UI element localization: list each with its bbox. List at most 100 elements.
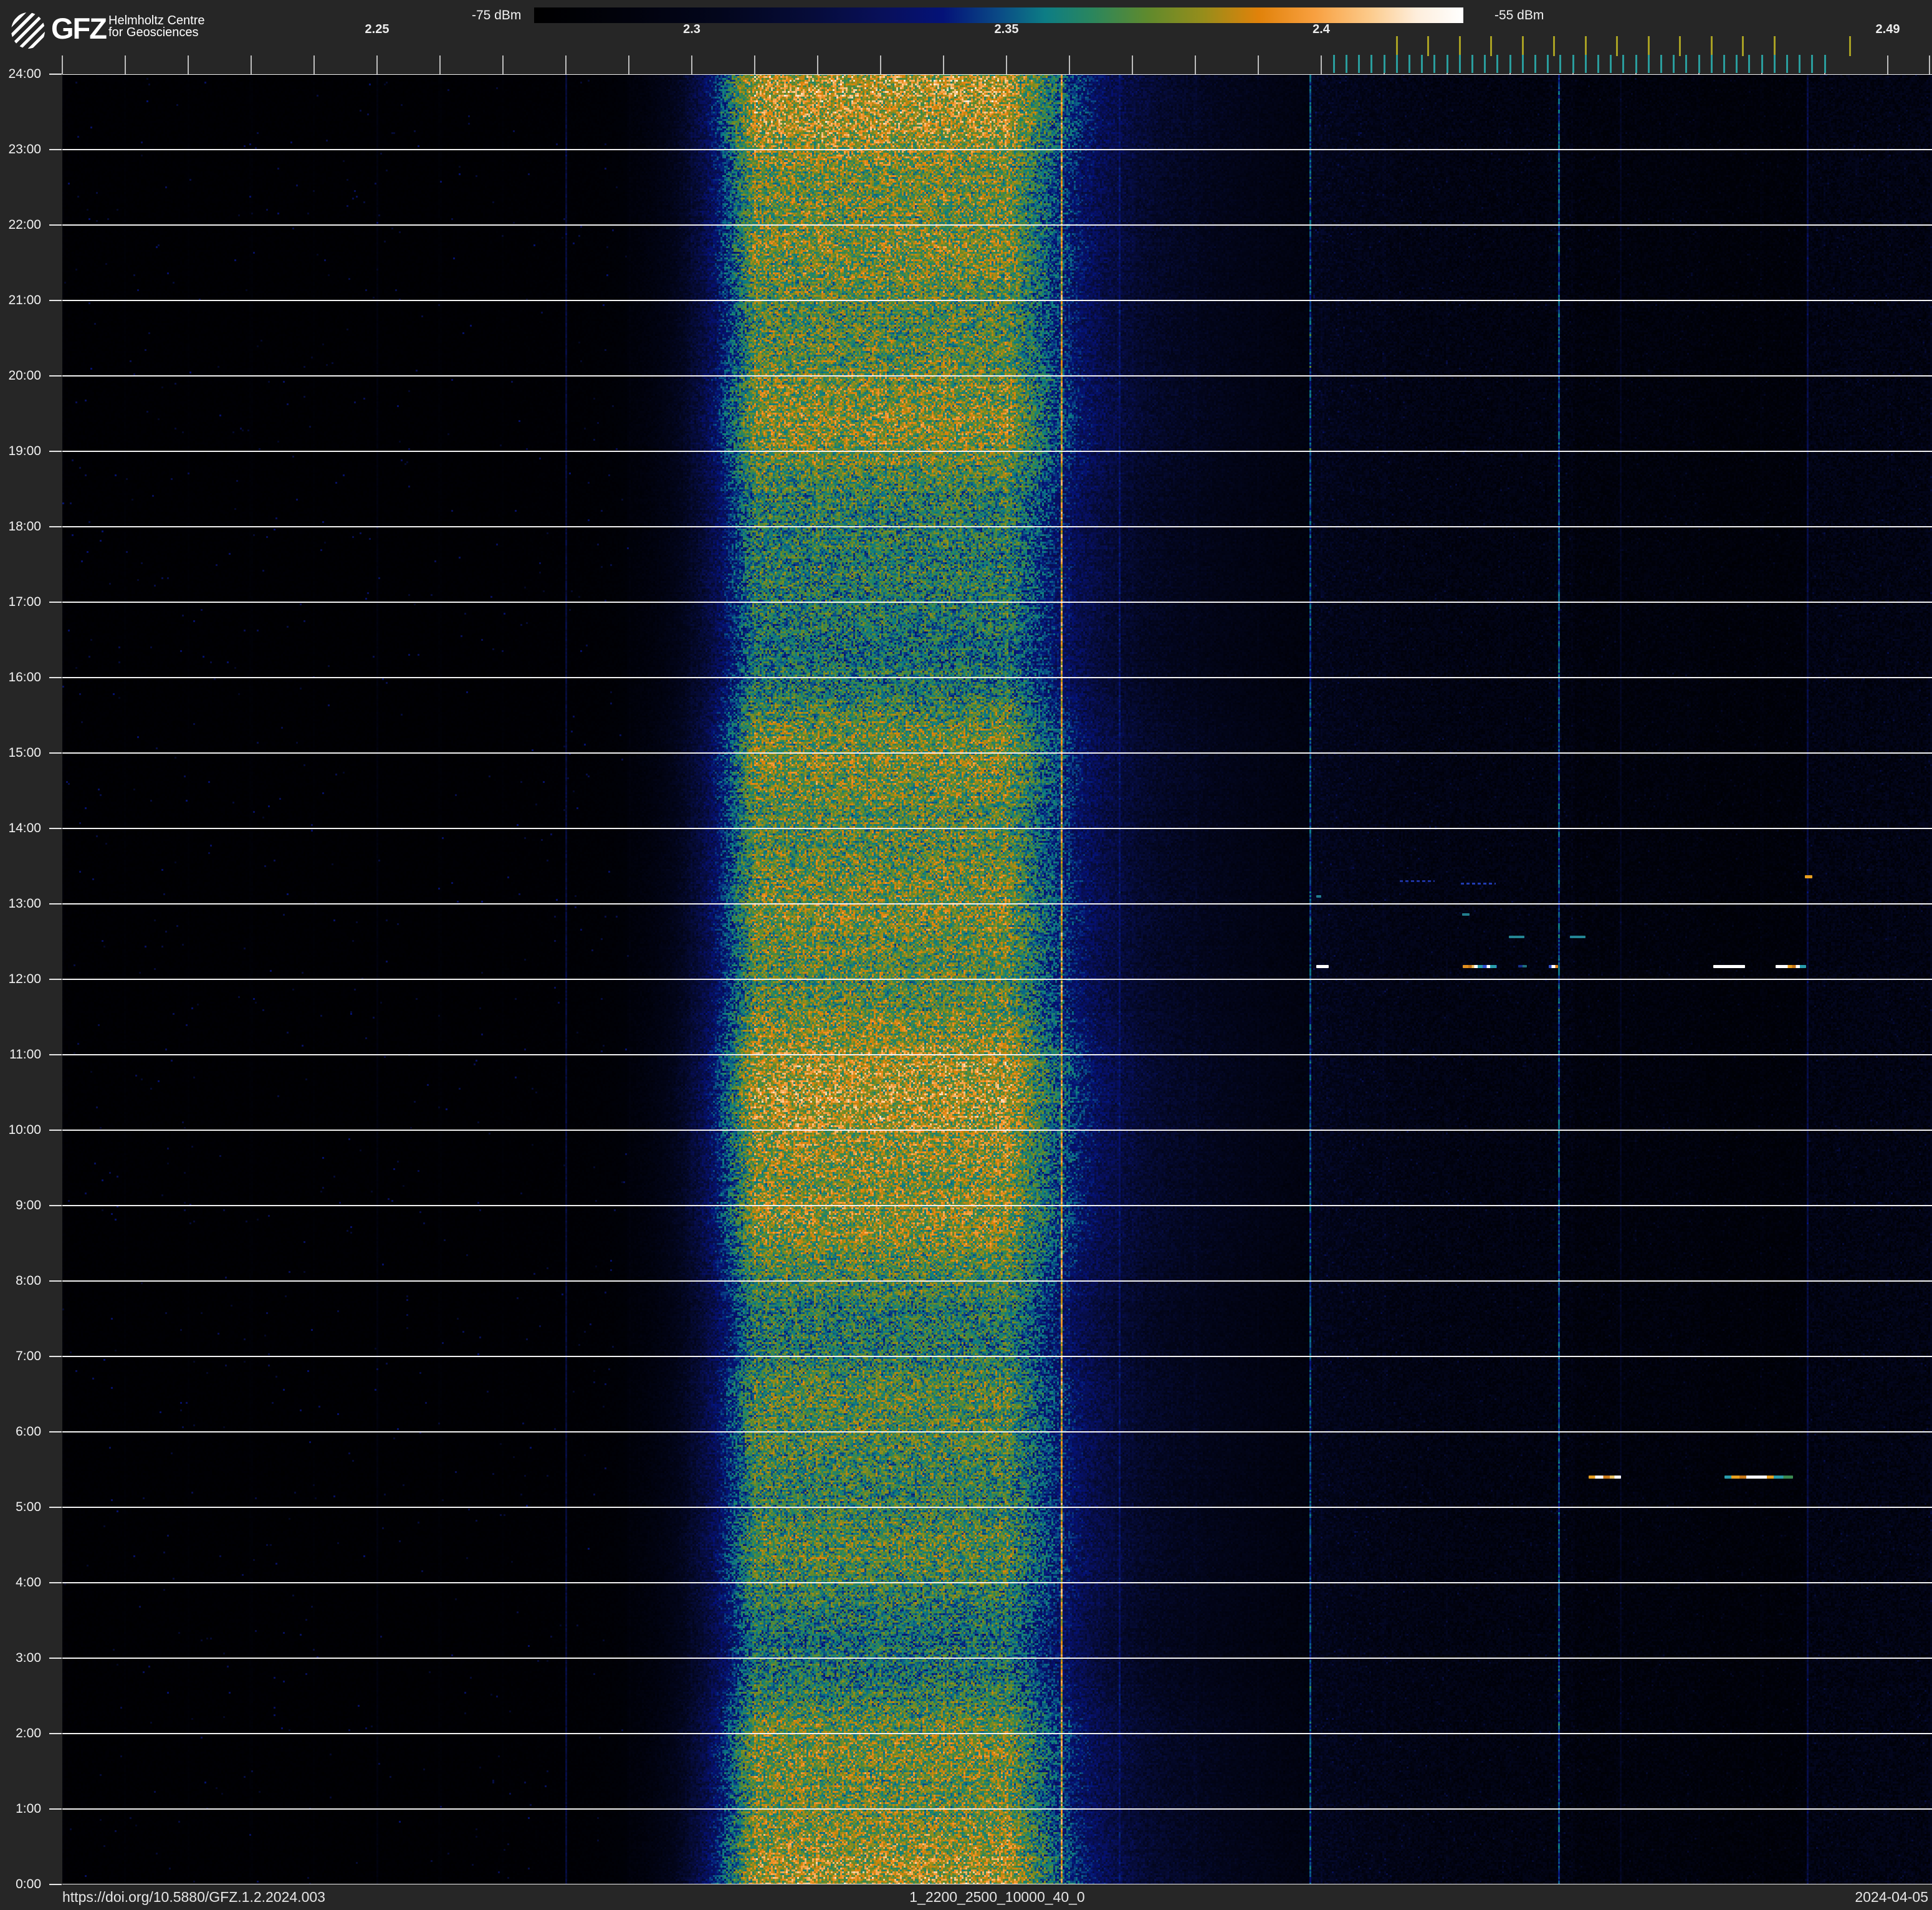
ble-channel-tick bbox=[1534, 55, 1536, 73]
freq-minor-tick bbox=[691, 55, 692, 74]
hour-gridline bbox=[62, 828, 1932, 829]
time-tick bbox=[49, 526, 62, 527]
freq-minor-tick bbox=[62, 55, 63, 74]
time-axis-label: 3:00 bbox=[16, 1651, 41, 1665]
freq-minor-tick bbox=[1069, 55, 1070, 74]
freq-minor-tick bbox=[313, 55, 315, 74]
ble-channel-tick bbox=[1484, 55, 1486, 73]
time-axis-label: 19:00 bbox=[8, 444, 41, 458]
freq-minor-tick bbox=[1929, 55, 1930, 74]
freq-minor-tick bbox=[1132, 55, 1133, 74]
wifi-channel-tick bbox=[1742, 36, 1744, 56]
ble-channel-tick bbox=[1332, 55, 1335, 73]
wifi-channel-tick bbox=[1521, 36, 1524, 56]
hour-gridline bbox=[62, 1658, 1932, 1659]
time-axis-label: 22:00 bbox=[8, 218, 41, 232]
date-label: 2024-04-05 bbox=[1855, 1889, 1928, 1905]
ble-channel-tick bbox=[1559, 55, 1562, 73]
hour-gridline bbox=[62, 526, 1932, 527]
freq-axis-label: 2.49 bbox=[1875, 22, 1900, 36]
ble-channel-tick bbox=[1509, 55, 1511, 73]
freq-axis-label: 2.3 bbox=[683, 22, 701, 36]
ble-channel-tick bbox=[1584, 55, 1587, 73]
ble-channel-tick bbox=[1685, 55, 1688, 73]
hour-gridline bbox=[62, 677, 1932, 678]
legend-max-label: -55 dBm bbox=[1494, 8, 1544, 22]
rf-burst bbox=[1549, 964, 1558, 968]
hour-gridline bbox=[62, 602, 1932, 603]
time-tick bbox=[49, 1808, 62, 1810]
rf-burst bbox=[1463, 964, 1497, 968]
ble-channel-tick bbox=[1521, 55, 1524, 73]
gfz-logo-icon bbox=[11, 12, 45, 49]
time-axis-label: 23:00 bbox=[8, 142, 41, 156]
freq-minor-tick bbox=[439, 55, 441, 74]
ble-channel-tick bbox=[1811, 55, 1814, 73]
freq-minor-tick bbox=[1006, 55, 1007, 74]
hour-gridline bbox=[62, 1507, 1932, 1508]
freq-minor-tick bbox=[125, 55, 126, 74]
rf-burst bbox=[1462, 913, 1470, 916]
ble-channel-tick bbox=[1597, 55, 1599, 73]
ble-channel-tick bbox=[1710, 55, 1713, 73]
rf-burst bbox=[1713, 964, 1745, 968]
time-axis-label: 21:00 bbox=[8, 293, 41, 307]
hour-gridline bbox=[62, 451, 1932, 452]
ble-channel-tick bbox=[1421, 55, 1423, 73]
hour-gridline bbox=[62, 1130, 1932, 1131]
hour-gridline bbox=[62, 979, 1932, 980]
time-axis-label: 15:00 bbox=[8, 746, 41, 760]
rf-burst bbox=[1724, 1475, 1793, 1479]
ble-channel-tick bbox=[1408, 55, 1410, 73]
time-tick bbox=[49, 903, 62, 905]
ble-channel-tick bbox=[1572, 55, 1574, 73]
time-axis-label: 13:00 bbox=[8, 896, 41, 911]
hour-gridline bbox=[62, 300, 1932, 301]
rf-burst bbox=[1509, 936, 1524, 938]
time-axis-label: 5:00 bbox=[16, 1500, 41, 1514]
freq-minor-tick bbox=[251, 55, 252, 74]
rf-burst bbox=[1776, 964, 1806, 968]
ble-channel-tick bbox=[1736, 55, 1738, 73]
wifi-channel-tick bbox=[1710, 36, 1713, 56]
ble-channel-tick bbox=[1358, 55, 1361, 73]
wifi-channel-tick bbox=[1848, 36, 1851, 56]
wifi-channel-tick bbox=[1584, 36, 1587, 56]
time-axis-label: 7:00 bbox=[16, 1349, 41, 1363]
wifi-channel-tick bbox=[1679, 36, 1681, 56]
time-tick bbox=[49, 451, 62, 452]
time-tick bbox=[49, 74, 62, 75]
time-axis-label: 18:00 bbox=[8, 519, 41, 534]
hour-gridline bbox=[62, 752, 1932, 754]
time-axis-label: 2:00 bbox=[16, 1726, 41, 1740]
time-axis-label: 20:00 bbox=[8, 368, 41, 383]
time-tick bbox=[49, 224, 62, 226]
hour-gridline bbox=[62, 1205, 1932, 1206]
freq-minor-tick bbox=[1887, 55, 1888, 74]
colorbar-legend bbox=[534, 7, 1463, 23]
ble-channel-tick bbox=[1786, 55, 1788, 73]
logo-acronym: GFZ bbox=[51, 12, 107, 45]
wifi-channel-tick bbox=[1553, 36, 1556, 56]
freq-minor-tick bbox=[376, 55, 378, 74]
ble-channel-tick bbox=[1660, 55, 1662, 73]
time-tick bbox=[49, 149, 62, 150]
time-tick bbox=[49, 1431, 62, 1432]
time-axis-label: 1:00 bbox=[16, 1802, 41, 1816]
time-tick bbox=[49, 1130, 62, 1131]
freq-minor-tick bbox=[754, 55, 755, 74]
hour-gridline bbox=[62, 1054, 1932, 1055]
time-axis-label: 11:00 bbox=[9, 1047, 41, 1062]
time-tick bbox=[49, 300, 62, 301]
rf-burst bbox=[1400, 880, 1435, 882]
rf-burst bbox=[1570, 936, 1585, 938]
ble-channel-tick bbox=[1673, 55, 1675, 73]
time-axis-label: 12:00 bbox=[8, 972, 41, 986]
hour-gridline bbox=[62, 1808, 1932, 1810]
rf-burst bbox=[1518, 965, 1527, 967]
rf-burst bbox=[1316, 964, 1329, 968]
freq-minor-tick bbox=[943, 55, 944, 74]
ble-channel-tick bbox=[1824, 55, 1826, 73]
wifi-channel-tick bbox=[1427, 36, 1430, 56]
ble-channel-tick bbox=[1647, 55, 1650, 73]
